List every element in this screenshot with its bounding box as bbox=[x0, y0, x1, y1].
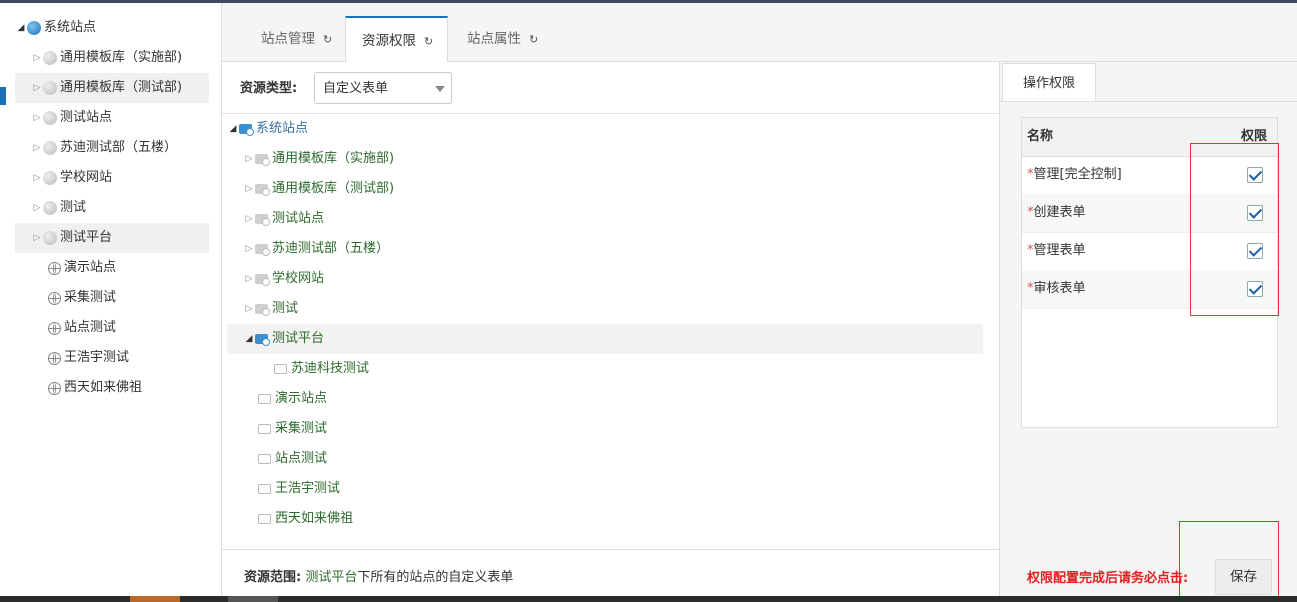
left-tree-item[interactable]: ▷ 测试 bbox=[31, 193, 209, 223]
globe-icon bbox=[43, 231, 57, 245]
folder-icon bbox=[258, 454, 271, 464]
globe-outline-icon bbox=[48, 291, 61, 305]
tab-site-management[interactable]: 站点管理 ↻ bbox=[245, 16, 353, 61]
globe-outline-icon bbox=[48, 261, 61, 275]
divider bbox=[1000, 101, 1297, 102]
globe-icon bbox=[43, 81, 57, 95]
collapse-arrow-icon[interactable]: ◢ bbox=[243, 324, 255, 354]
tab-operation-permissions[interactable]: 操作权限 bbox=[1002, 63, 1096, 102]
globe-icon bbox=[43, 51, 57, 65]
folder-icon bbox=[258, 484, 271, 494]
center-tree-item[interactable]: 站点测试 bbox=[258, 444, 327, 474]
expand-arrow-icon[interactable]: ▷ bbox=[31, 223, 43, 253]
left-tree-root[interactable]: ◢ 系统站点 bbox=[15, 13, 209, 43]
refresh-icon[interactable]: ↻ bbox=[529, 33, 538, 46]
globe-outline-icon bbox=[48, 351, 61, 365]
globe-icon bbox=[43, 111, 57, 125]
expand-arrow-icon[interactable]: ▷ bbox=[31, 133, 43, 163]
site-icon bbox=[255, 304, 270, 316]
globe-icon bbox=[43, 171, 57, 185]
folder-icon bbox=[258, 424, 271, 434]
left-tree-item[interactable]: 站点测试 bbox=[48, 313, 209, 343]
expand-arrow-icon[interactable]: ▷ bbox=[31, 193, 43, 223]
center-tree-item[interactable]: ▷ 测试 bbox=[243, 294, 298, 324]
site-icon bbox=[255, 184, 270, 196]
dropdown-arrow-icon bbox=[435, 86, 445, 92]
expand-arrow-icon[interactable]: ▷ bbox=[243, 234, 255, 264]
expand-arrow-icon[interactable]: ▷ bbox=[243, 174, 255, 204]
site-tree-panel: ◢ 系统站点 ▷ 通用模板库（实施部) ▷ 通用模板库（测试部) ▷ 测试站点 ▷ 苏迪测… bbox=[0, 3, 222, 596]
folder-icon bbox=[274, 364, 287, 374]
resource-type-select[interactable]: 自定义表单 bbox=[314, 72, 452, 104]
globe-outline-icon bbox=[48, 381, 61, 395]
center-tree-item-selected[interactable]: ◢ 测试平台 bbox=[227, 324, 983, 354]
site-icon bbox=[255, 214, 270, 226]
globe-outline-icon bbox=[48, 321, 61, 335]
tab-bar: 站点管理 ↻ 资源权限 ↻ 站点属性 ↻ bbox=[222, 3, 1297, 62]
tab-resource-permissions[interactable]: 资源权限 ↻ bbox=[345, 16, 448, 62]
expand-arrow-icon[interactable]: ▷ bbox=[243, 294, 255, 324]
scope-site-link[interactable]: 测试平台 bbox=[305, 570, 357, 585]
resource-panel: 资源类型: 自定义表单 ◢ 系统站点 ▷ 通用模板库（实施部) ▷ 通用模板库（测试部… bbox=[222, 62, 1000, 597]
save-button[interactable]: 保存 bbox=[1215, 559, 1272, 595]
globe-icon bbox=[43, 201, 57, 215]
collapse-arrow-icon[interactable]: ◢ bbox=[15, 13, 27, 43]
globe-icon bbox=[27, 21, 41, 35]
left-tree-item[interactable]: ▷ 通用模板库（测试部) bbox=[15, 73, 209, 103]
left-tree-item[interactable]: ▷ 苏迪测试部（五楼） bbox=[31, 133, 209, 163]
center-tree-item[interactable]: 采集测试 bbox=[258, 414, 327, 444]
center-tree-item[interactable]: ▷ 苏迪测试部（五楼） bbox=[243, 234, 389, 264]
expand-arrow-icon[interactable]: ▷ bbox=[31, 163, 43, 193]
center-tree-item[interactable]: 苏迪科技测试 bbox=[274, 354, 369, 384]
annotation-box bbox=[1190, 143, 1279, 316]
globe-icon bbox=[43, 141, 57, 155]
left-tree-item[interactable]: ▷ 学校网站 bbox=[31, 163, 209, 193]
panel-resize-handle[interactable] bbox=[0, 87, 6, 105]
center-tree-item[interactable]: ▷ 通用模板库（测试部) bbox=[243, 174, 394, 204]
site-icon bbox=[255, 334, 270, 346]
left-tree-item[interactable]: 采集测试 bbox=[48, 283, 209, 313]
taskbar bbox=[0, 596, 1297, 602]
center-tree-item[interactable]: ▷ 学校网站 bbox=[243, 264, 324, 294]
center-tree-item[interactable]: 王浩宇测试 bbox=[258, 474, 340, 504]
expand-arrow-icon[interactable]: ▷ bbox=[243, 204, 255, 234]
refresh-icon[interactable]: ↻ bbox=[424, 35, 433, 48]
tab-site-properties[interactable]: 站点属性 ↻ bbox=[451, 16, 559, 61]
folder-icon bbox=[258, 514, 271, 524]
site-icon bbox=[239, 124, 254, 136]
divider bbox=[222, 113, 999, 114]
refresh-icon[interactable]: ↻ bbox=[323, 33, 332, 46]
site-icon bbox=[255, 154, 270, 166]
expand-arrow-icon[interactable]: ▷ bbox=[31, 103, 43, 133]
left-tree-item[interactable]: 王浩宇测试 bbox=[48, 343, 209, 373]
center-tree-item[interactable]: 西天如来佛祖 bbox=[258, 504, 353, 534]
resource-scope: 资源范围: 测试平台下所有的站点的自定义表单 bbox=[244, 570, 514, 585]
expand-arrow-icon[interactable]: ▷ bbox=[31, 73, 43, 103]
folder-icon bbox=[258, 394, 271, 404]
collapse-arrow-icon[interactable]: ◢ bbox=[227, 114, 239, 144]
left-tree-item[interactable]: ▷ 测试站点 bbox=[31, 103, 209, 133]
save-hint: 权限配置完成后请务必点击: bbox=[1027, 571, 1189, 586]
left-tree-item[interactable]: ▷ 通用模板库（实施部) bbox=[31, 43, 209, 73]
expand-arrow-icon[interactable]: ▷ bbox=[31, 43, 43, 73]
left-tree-item[interactable]: 演示站点 bbox=[48, 253, 209, 283]
left-tree-item-selected[interactable]: ▷ 测试平台 bbox=[15, 223, 209, 253]
taskbar-segment bbox=[130, 596, 180, 602]
site-icon bbox=[255, 274, 270, 286]
expand-arrow-icon[interactable]: ▷ bbox=[243, 264, 255, 294]
site-icon bbox=[255, 244, 270, 256]
resource-scope-footer: 资源范围: 测试平台下所有的站点的自定义表单 bbox=[222, 549, 999, 597]
center-tree-item[interactable]: 演示站点 bbox=[258, 384, 327, 414]
expand-arrow-icon[interactable]: ▷ bbox=[243, 144, 255, 174]
center-tree-item[interactable]: ▷ 测试站点 bbox=[243, 204, 324, 234]
center-tree-root[interactable]: ◢ 系统站点 bbox=[227, 114, 308, 144]
taskbar-segment bbox=[228, 596, 278, 602]
center-tree-item[interactable]: ▷ 通用模板库（实施部) bbox=[243, 144, 394, 174]
resource-type-label: 资源类型: bbox=[240, 81, 298, 96]
left-tree-item[interactable]: 西天如来佛祖 bbox=[48, 373, 209, 403]
